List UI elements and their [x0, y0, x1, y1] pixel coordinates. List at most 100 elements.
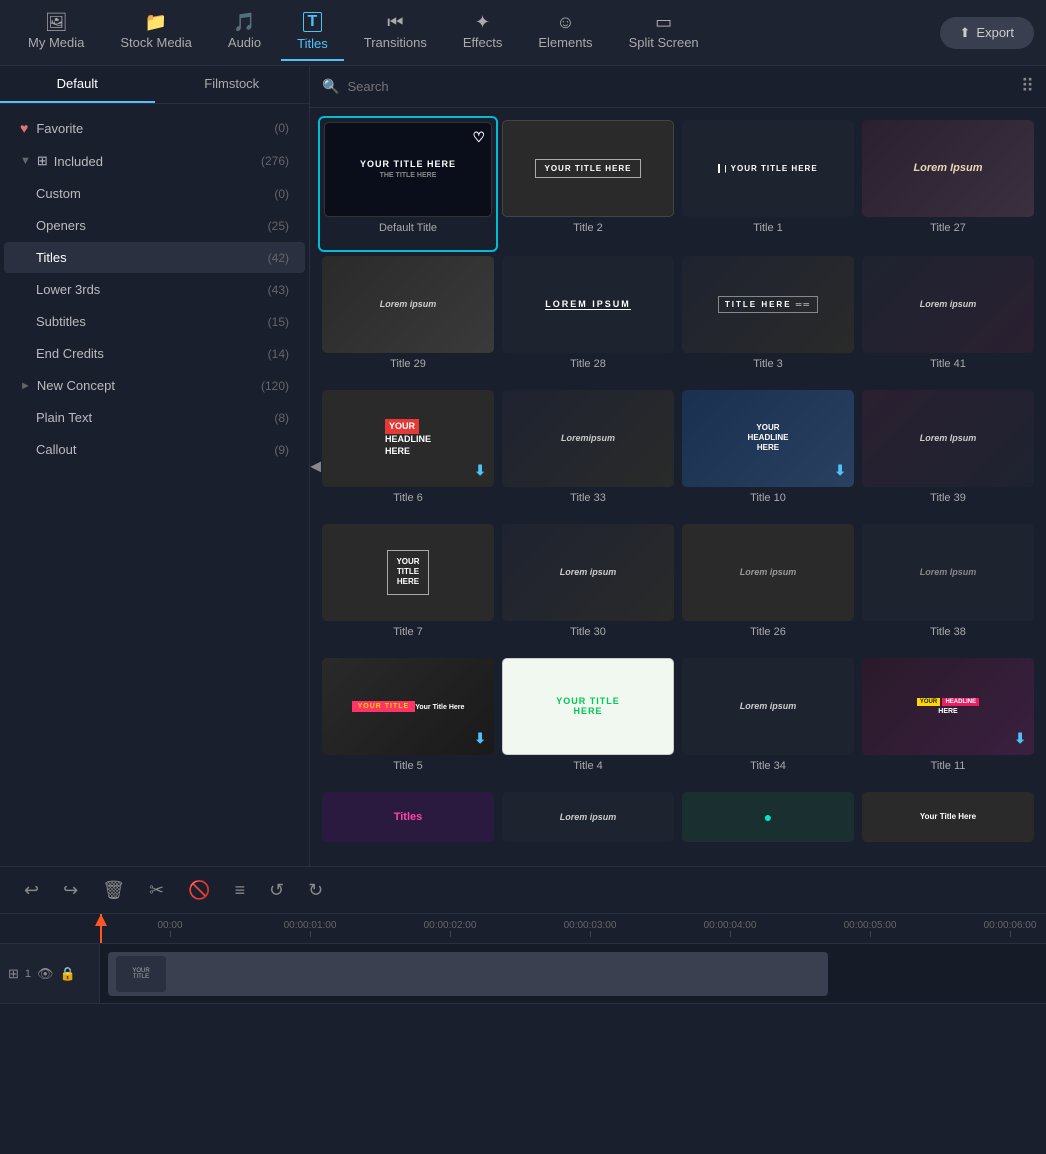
title-card-title-4[interactable]: YOUR TITLEHERE Title 4	[498, 654, 678, 788]
nav-item-stock-media[interactable]: 📁 Stock Media	[104, 5, 208, 60]
title-card-title-41[interactable]: Lorem ipsum Title 41	[858, 252, 1038, 386]
title-card-title-6[interactable]: YOUR HEADLINE HERE ⬇ Title 6	[318, 386, 498, 520]
track-label-1: ⊞ 1 👁 🔒	[0, 944, 99, 1004]
delete-button[interactable]: 🗑	[94, 876, 133, 905]
sidebar-item-end-credits[interactable]: End Credits (14)	[4, 338, 305, 369]
nav-item-effects[interactable]: ✦ Effects	[447, 5, 519, 60]
timeline-ruler: 00:00 00:00:01:00 00:00:02:00 00:00:03:0…	[0, 914, 1046, 944]
title-card-title-28[interactable]: LOREM IPSUM Title 28	[498, 252, 678, 386]
thumb-heart-icon[interactable]: ♡	[472, 129, 485, 146]
export-button[interactable]: ⬆ Export	[940, 17, 1034, 49]
title-card-partial-4[interactable]: Your Title Here	[858, 788, 1038, 848]
title-label-title-1: Title 1	[753, 222, 783, 234]
stock-media-icon: 📁	[145, 13, 167, 31]
nav-label-split-screen: Split Screen	[629, 35, 699, 50]
title-card-title-27[interactable]: Lorem Ipsum Title 27	[858, 116, 1038, 252]
title-label-title-29: Title 29	[390, 358, 426, 370]
top-nav: 🖼 My Media 📁 Stock Media 🎵 Audio T Title…	[0, 0, 1046, 66]
title-card-partial-1[interactable]: Titles	[318, 788, 498, 848]
grid-view-icon[interactable]: ⠿	[1021, 76, 1034, 97]
sidebar-item-new-concept[interactable]: ► New Concept (120)	[4, 370, 305, 401]
title-label-title-41: Title 41	[930, 358, 966, 370]
title-card-title-39[interactable]: Lorem Ipsum Title 39	[858, 386, 1038, 520]
sidebar-item-plain-text[interactable]: Plain Text (8)	[4, 402, 305, 433]
title-label-title-3: Title 3	[753, 358, 783, 370]
undo-button[interactable]: ↩	[16, 876, 47, 905]
sidebar-item-custom[interactable]: Custom (0)	[4, 178, 305, 209]
export-icon: ⬆	[960, 25, 971, 41]
title-card-title-34[interactable]: Lorem ipsum Title 34	[678, 654, 858, 788]
title-label-title-28: Title 28	[570, 358, 606, 370]
export-label: Export	[976, 25, 1014, 40]
title-card-title-5[interactable]: YOUR TITLE Your Title Here ⬇ Title 5	[318, 654, 498, 788]
nav-item-elements[interactable]: ☺ Elements	[522, 5, 608, 60]
my-media-icon: 🖼	[45, 13, 68, 31]
search-input[interactable]	[347, 79, 1012, 94]
track-lock-icon[interactable]: 🔒	[60, 966, 76, 982]
title-label-title-34: Title 34	[750, 760, 786, 772]
sidebar-item-callout[interactable]: Callout (9)	[4, 434, 305, 465]
ruler-mark-6: 00:00:06:00	[940, 920, 1046, 937]
audio-icon: 🎵	[233, 13, 255, 31]
title-card-title-30[interactable]: Lorem ipsum Title 30	[498, 520, 678, 654]
forward-button[interactable]: ↻	[300, 876, 331, 905]
title-card-title-26[interactable]: Lorem ipsum Title 26	[678, 520, 858, 654]
title-label-title-2: Title 2	[573, 222, 603, 234]
title-card-title-3[interactable]: TITLE HERE ══ Title 3	[678, 252, 858, 386]
download-icon-title11: ⬇	[1014, 730, 1026, 747]
collapse-sidebar-button[interactable]: ◀	[310, 458, 321, 475]
track-labels: ⊞ 1 👁 🔒	[0, 944, 100, 1004]
track-eye-icon[interactable]: 👁	[37, 966, 54, 982]
toolbar: ↩ ↪ 🗑 ✂ 🚫 ≡ ↺ ↻	[0, 866, 1046, 914]
chevron-down-icon: ▼	[20, 155, 31, 167]
split-screen-icon: ▭	[655, 13, 672, 31]
ruler-mark-2: 00:00:02:00	[380, 920, 520, 937]
title-label-title-10: Title 10	[750, 492, 786, 504]
track-clip-1[interactable]: YOURTITLE +	[108, 952, 828, 996]
sidebar-item-lower3rds[interactable]: Lower 3rds (43)	[4, 274, 305, 305]
title-card-title-38[interactable]: Lorem Ipsum Title 38	[858, 520, 1038, 654]
title-card-partial-3[interactable]: ●	[678, 788, 858, 848]
nav-label-audio: Audio	[228, 35, 261, 50]
title-card-title-33[interactable]: Loremipsum Title 33	[498, 386, 678, 520]
nav-item-split-screen[interactable]: ▭ Split Screen	[613, 5, 715, 60]
title-label-title-26: Title 26	[750, 626, 786, 638]
effects-icon: ✦	[475, 13, 490, 31]
nav-label-stock-media: Stock Media	[120, 35, 192, 50]
list-button[interactable]: ≡	[227, 876, 254, 905]
sidebar-item-openers[interactable]: Openers (25)	[4, 210, 305, 241]
chevron-right-icon: ►	[20, 380, 31, 392]
title-label-title-33: Title 33	[570, 492, 606, 504]
title-card-default-title[interactable]: ♡ YOUR TITLE HERE THE TITLE HERE Default…	[318, 116, 498, 252]
nav-item-audio[interactable]: 🎵 Audio	[212, 5, 277, 60]
nav-item-titles[interactable]: T Titles	[281, 4, 344, 61]
sidebar-item-favorite[interactable]: ♥ Favorite (0)	[4, 112, 305, 144]
nav-label-effects: Effects	[463, 35, 503, 50]
heart-icon: ♥	[20, 120, 28, 136]
transitions-icon: ⏮	[387, 13, 403, 31]
title-card-title-2[interactable]: YOUR TITLE HERE Title 2	[498, 116, 678, 252]
nav-item-transitions[interactable]: ⏮ Transitions	[348, 5, 443, 60]
sidebar-item-included[interactable]: ▼ ⊞ Included (276)	[4, 145, 305, 177]
tab-filmstock[interactable]: Filmstock	[155, 66, 310, 103]
track-1-icon[interactable]: ⊞	[8, 966, 19, 982]
nav-item-my-media[interactable]: 🖼 My Media	[12, 5, 100, 60]
timeline-area: 00:00 00:00:01:00 00:00:02:00 00:00:03:0…	[0, 914, 1046, 1004]
disable-button[interactable]: 🚫	[180, 876, 218, 905]
tab-default[interactable]: Default	[0, 66, 155, 103]
rewind-button[interactable]: ↺	[261, 876, 292, 905]
title-card-title-11[interactable]: YOUR HEADLINE HERE ⬇ Title 11	[858, 654, 1038, 788]
sidebar-item-subtitles[interactable]: Subtitles (15)	[4, 306, 305, 337]
search-icon: 🔍	[322, 78, 339, 95]
title-card-title-10[interactable]: YOUR HEADLINE HERE ⬇ Title 10	[678, 386, 858, 520]
title-card-title-1[interactable]: | YOUR TITLE HERE Title 1	[678, 116, 858, 252]
clip-thumbnail: YOURTITLE	[116, 956, 166, 992]
title-card-title-7[interactable]: YOURTITLEHERE Title 7	[318, 520, 498, 654]
cut-button[interactable]: ✂	[141, 876, 172, 905]
title-card-partial-2[interactable]: Lorem ipsum	[498, 788, 678, 848]
redo-button[interactable]: ↪	[55, 876, 86, 905]
title-card-title-29[interactable]: Lorem ipsum Title 29	[318, 252, 498, 386]
sidebar-item-titles[interactable]: Titles (42)	[4, 242, 305, 273]
title-label-title-39: Title 39	[930, 492, 966, 504]
nav-label-my-media: My Media	[28, 35, 84, 50]
